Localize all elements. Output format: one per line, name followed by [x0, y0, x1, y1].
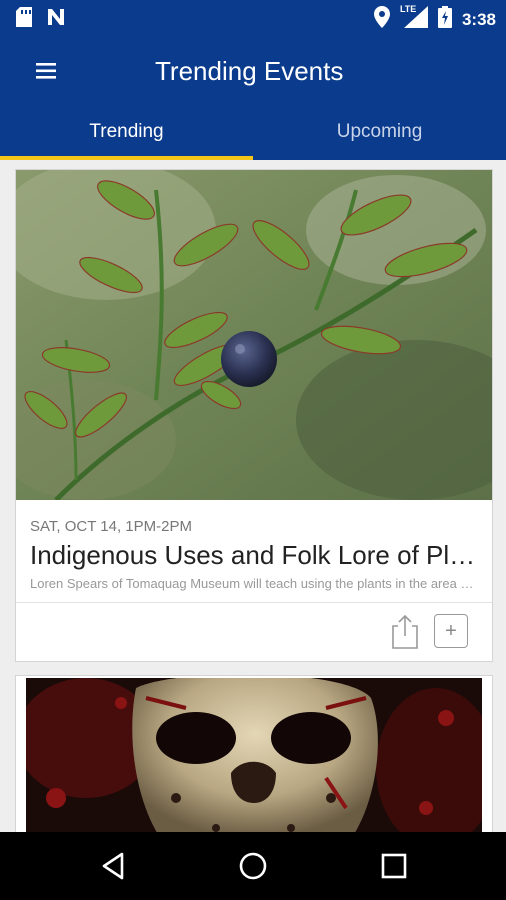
hockey-mask-horror-photo	[16, 676, 492, 846]
recents-icon[interactable]	[378, 850, 410, 882]
signal-icon: LTE	[399, 4, 428, 33]
n-notification-icon	[46, 7, 66, 32]
event-title[interactable]: Indigenous Uses and Folk Lore of Plants	[30, 540, 478, 571]
event-date: SAT, OCT 14, 1PM-2PM	[30, 518, 192, 535]
page-title: Trending Events	[155, 56, 344, 86]
network-label: LTE	[399, 4, 417, 14]
home-icon[interactable]	[237, 850, 269, 882]
event-description: Loren Spears of Tomaquag Museum will tea…	[30, 576, 478, 591]
sd-card-icon	[16, 7, 32, 32]
app-bar: Trending Events	[0, 36, 506, 106]
event-card[interactable]: SAT, OCT 14, 1PM-2PM Indigenous Uses and…	[0, 160, 506, 662]
divider	[16, 602, 492, 603]
tab-upcoming[interactable]: Upcoming	[253, 106, 506, 160]
clock: 3:38	[461, 9, 496, 29]
battery-charging-icon	[437, 6, 452, 33]
tab-indicator	[0, 156, 253, 160]
blueberry-branch-photo	[0, 160, 506, 502]
share-icon[interactable]	[390, 614, 420, 650]
status-bar: LTE 3:38	[0, 0, 506, 36]
tab-trending[interactable]: Trending	[0, 106, 253, 160]
tab-bar: Trending Upcoming	[0, 106, 506, 160]
location-icon	[373, 6, 390, 33]
add-icon[interactable]: +	[434, 614, 468, 648]
event-card[interactable]	[15, 675, 493, 847]
back-icon[interactable]	[98, 850, 130, 882]
navigation-bar	[0, 832, 506, 900]
hamburger-menu-icon[interactable]	[34, 58, 62, 84]
